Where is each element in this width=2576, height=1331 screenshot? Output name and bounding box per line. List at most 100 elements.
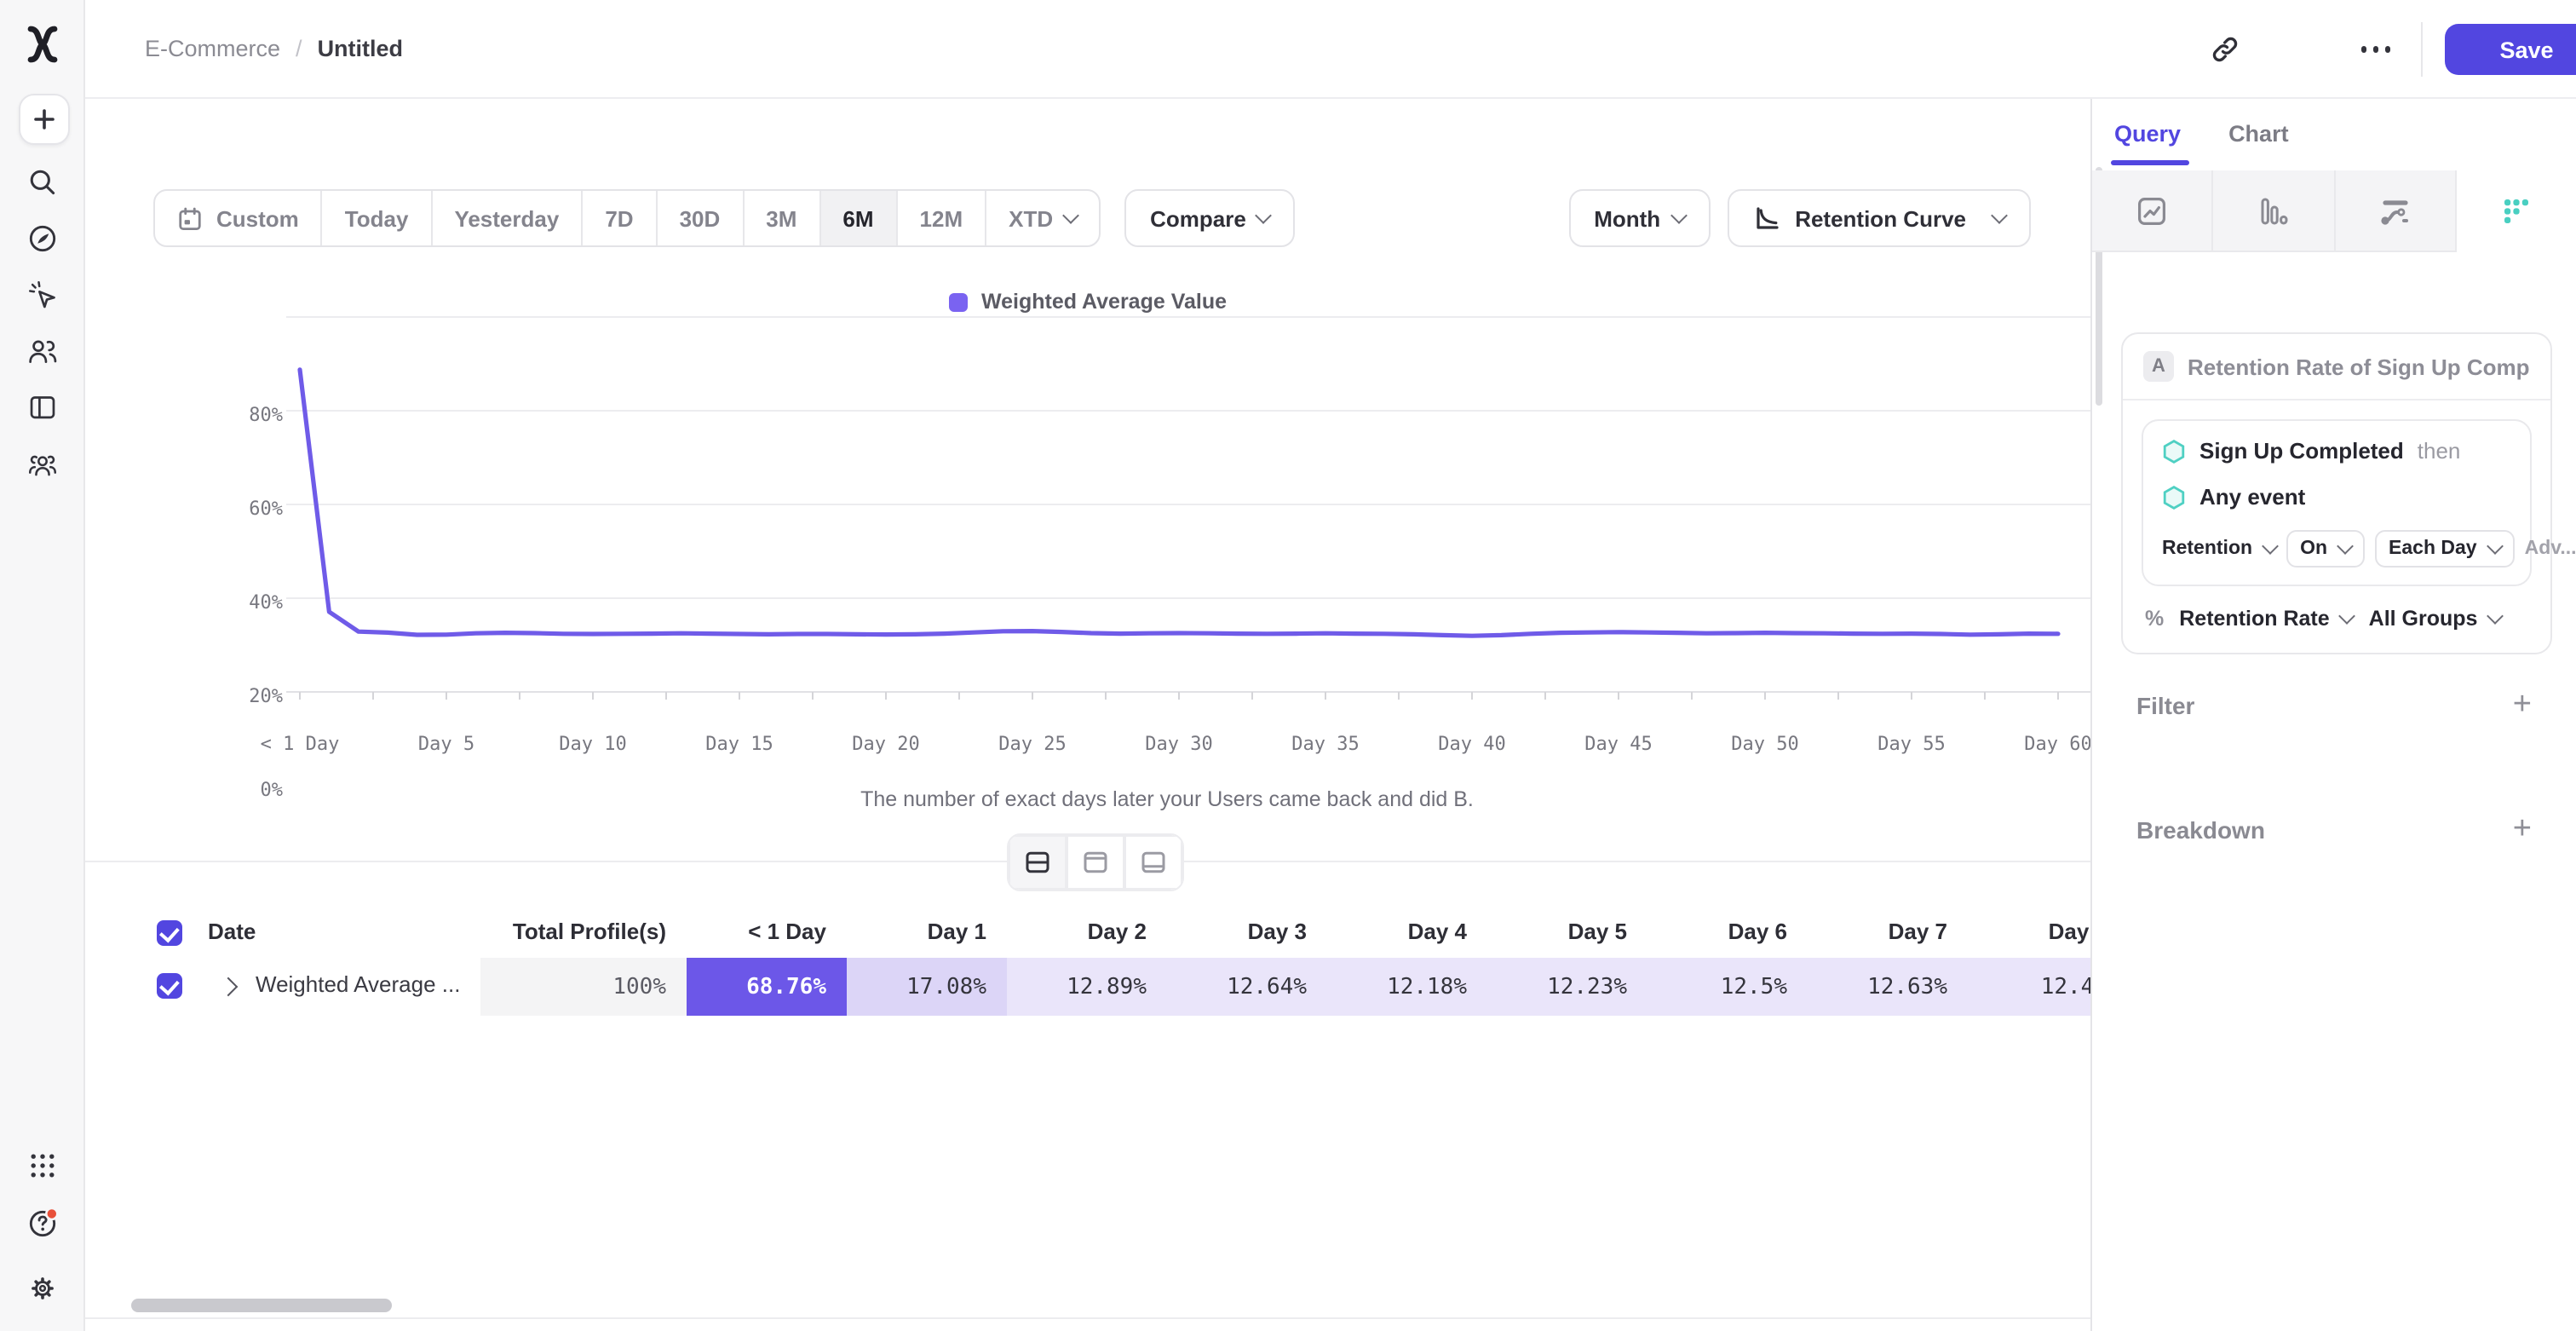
save-button[interactable]: Save [2445,24,2576,75]
returning-event-row[interactable]: Any event [2162,484,2511,510]
column-header[interactable]: Day 6 [1647,919,1808,944]
range-xtd[interactable]: XTD [986,191,1099,245]
table-top-view-button[interactable] [1067,835,1124,890]
search-icon[interactable] [27,167,58,198]
row-cell[interactable]: 17.08% [847,958,1007,1016]
range-3m[interactable]: 3M [744,191,820,245]
granularity-dropdown[interactable]: Month [1568,189,1710,247]
column-header[interactable]: Day 1 [847,919,1007,944]
bar-chart-icon [2257,193,2291,228]
flows-tab[interactable] [2335,170,2457,252]
column-header-date[interactable]: Date [208,919,256,944]
advanced-dropdown[interactable]: Adv... [2525,539,2576,559]
filter-label: Filter [2136,691,2194,718]
row-label: Weighted Average ... [256,971,460,997]
query-step-header[interactable]: A Retention Rate of Sign Up Compl... [2123,334,2550,400]
column-header[interactable]: Day 2 [1007,919,1167,944]
x-tick-day-60: Day 60 [2004,733,2090,755]
cursor-click-icon[interactable] [27,279,58,310]
chevron-down-icon [1991,206,2008,223]
column-header[interactable]: < 1 Day [687,919,847,944]
range-6m[interactable]: 6M [820,191,897,245]
range-30d[interactable]: 30D [658,191,745,245]
row-cell[interactable]: 12.64% [1167,958,1327,1016]
add-breakdown-button[interactable]: + [2513,813,2532,845]
compass-icon[interactable] [27,223,58,254]
row-checkbox[interactable] [157,973,182,999]
range-12m[interactable]: 12M [898,191,987,245]
x-tick-day-25: Day 25 [978,733,1087,755]
content-bottom-rule [85,1317,2090,1319]
table-bottom-view-button[interactable] [1124,835,1182,890]
apps-grid-icon[interactable] [27,1150,58,1181]
first-event-row[interactable]: Sign Up Completed then [2162,438,2511,464]
header-divider [2421,22,2423,77]
chart-settings-row: Month Retention Curve [1568,189,2031,247]
column-header[interactable]: Day 3 [1167,919,1327,944]
split-view-button[interactable] [1009,835,1067,890]
range-custom[interactable]: Custom [155,191,323,245]
breadcrumb-project[interactable]: E-Commerce [145,36,280,61]
range-yesterday[interactable]: Yesterday [432,191,583,245]
interval-dropdown[interactable]: Each Day [2375,530,2515,568]
breakdown-label: Breakdown [2136,815,2265,843]
chart-type-dropdown[interactable]: Retention Curve [1727,189,2031,247]
tab-chart[interactable]: Chart [2228,119,2289,165]
column-header[interactable]: Total Profile(s) [480,919,687,944]
column-header[interactable]: Day 5 [1487,919,1647,944]
breadcrumb: E-Commerce / Untitled [145,36,403,61]
row-cell[interactable]: 68.76% [687,958,847,1016]
insights-line-tab[interactable] [2092,170,2214,252]
more-options-button[interactable] [2358,46,2395,52]
help-icon[interactable] [27,1208,58,1239]
retention-grid-icon [2502,196,2533,227]
x-tick-day-40: Day 40 [1417,733,1527,755]
board-icon[interactable] [27,392,58,423]
table-row[interactable]: Weighted Average ... 100%68.76%17.08%12.8… [85,958,2090,1016]
row-cell[interactable]: 12.63% [1808,958,1968,1016]
bar-chart-tab[interactable] [2214,170,2336,252]
chart-type-tabs [2092,170,2576,252]
share-link-icon[interactable] [2208,32,2242,66]
then-label: then [2418,438,2461,464]
compare-button[interactable]: Compare [1124,189,1296,247]
x-tick-day-50: Day 50 [1711,733,1820,755]
insights-line-icon [2135,193,2169,228]
query-panel: Query Chart A R [2090,99,2576,1331]
tab-query[interactable]: Query [2114,119,2181,165]
range-today[interactable]: Today [323,191,433,245]
row-cell[interactable]: 100% [480,958,687,1016]
column-header[interactable]: Day 4 [1327,919,1487,944]
retention-type-dropdown[interactable]: Retention [2162,539,2276,559]
row-cell[interactable]: 12.5% [1647,958,1808,1016]
groups-dropdown[interactable]: All Groups [2369,607,2502,631]
create-new-button[interactable] [19,94,70,145]
row-cell[interactable]: 12.23% [1487,958,1647,1016]
select-all-checkbox[interactable] [157,920,182,946]
breadcrumb-report[interactable]: Untitled [318,36,404,61]
users-icon[interactable] [27,336,58,366]
on-dropdown[interactable]: On [2286,530,2365,568]
active-tab-underline [2111,160,2189,165]
toggle-rule-right [1181,861,2090,862]
tab-query-label: Query [2114,121,2181,147]
row-cell[interactable]: 12.18% [1327,958,1487,1016]
x-tick-day-10: Day 10 [538,733,647,755]
measure-dropdown[interactable]: Retention Rate [2179,607,2353,631]
filter-section: Filter + [2136,689,2532,721]
row-cell[interactable]: 12.4% [1968,958,2090,1016]
group-icon[interactable] [27,450,58,481]
add-filter-button[interactable]: + [2513,689,2532,721]
settings-gear-icon[interactable] [27,1273,58,1304]
retention-line-chart[interactable] [170,307,2090,716]
row-cell[interactable]: 12.89% [1007,958,1167,1016]
table-bottom-view-icon [1140,849,1167,876]
flows-icon [2378,193,2412,228]
first-event-name: Sign Up Completed [2199,438,2404,464]
row-expand-chevron-icon[interactable] [219,977,239,997]
column-header[interactable]: Day 8 [1968,919,2090,944]
range-7d[interactable]: 7D [583,191,657,245]
horizontal-scrollbar-thumb[interactable] [131,1299,392,1312]
column-header[interactable]: Day 7 [1808,919,1968,944]
retention-tab[interactable] [2457,170,2576,252]
